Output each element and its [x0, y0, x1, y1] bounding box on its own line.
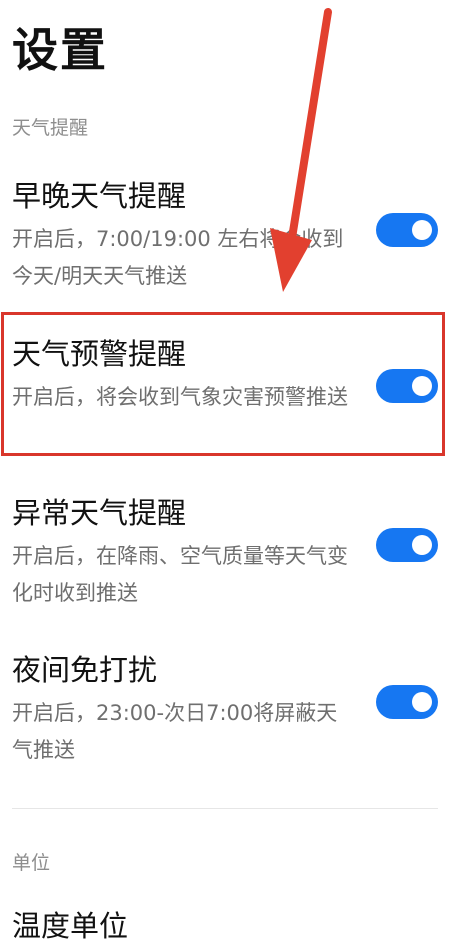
do-not-disturb-toggle[interactable]: [376, 685, 438, 719]
setting-title: 天气预警提醒: [12, 337, 187, 371]
setting-title: 早晚天气提醒: [12, 179, 187, 213]
toggle-knob: [412, 376, 432, 396]
section-header-units: 单位: [12, 852, 51, 874]
abnormal-weather-toggle[interactable]: [376, 528, 438, 562]
toggle-knob: [412, 535, 432, 555]
page-title: 设置: [12, 23, 108, 77]
setting-description: 开启后，将会收到气象灾害预警推送: [12, 385, 348, 409]
setting-title: 夜间免打扰: [12, 653, 158, 687]
section-header-weather-alerts: 天气提醒: [12, 117, 89, 139]
setting-description: 开启后，7:00/19:00 左右将会收到今天/明天天气推送: [12, 227, 344, 288]
toggle-knob: [412, 692, 432, 712]
setting-description: 开启后，在降雨、空气质量等天气变化时收到推送: [12, 544, 348, 605]
warning-alert-toggle[interactable]: [376, 369, 438, 403]
toggle-knob: [412, 220, 432, 240]
setting-title: 温度单位: [12, 909, 129, 943]
section-divider: [12, 808, 438, 809]
morning-evening-toggle[interactable]: [376, 213, 438, 247]
setting-description: 开启后，23:00-次日7:00将屏蔽天气推送: [12, 701, 338, 762]
setting-title: 异常天气提醒: [12, 496, 187, 530]
